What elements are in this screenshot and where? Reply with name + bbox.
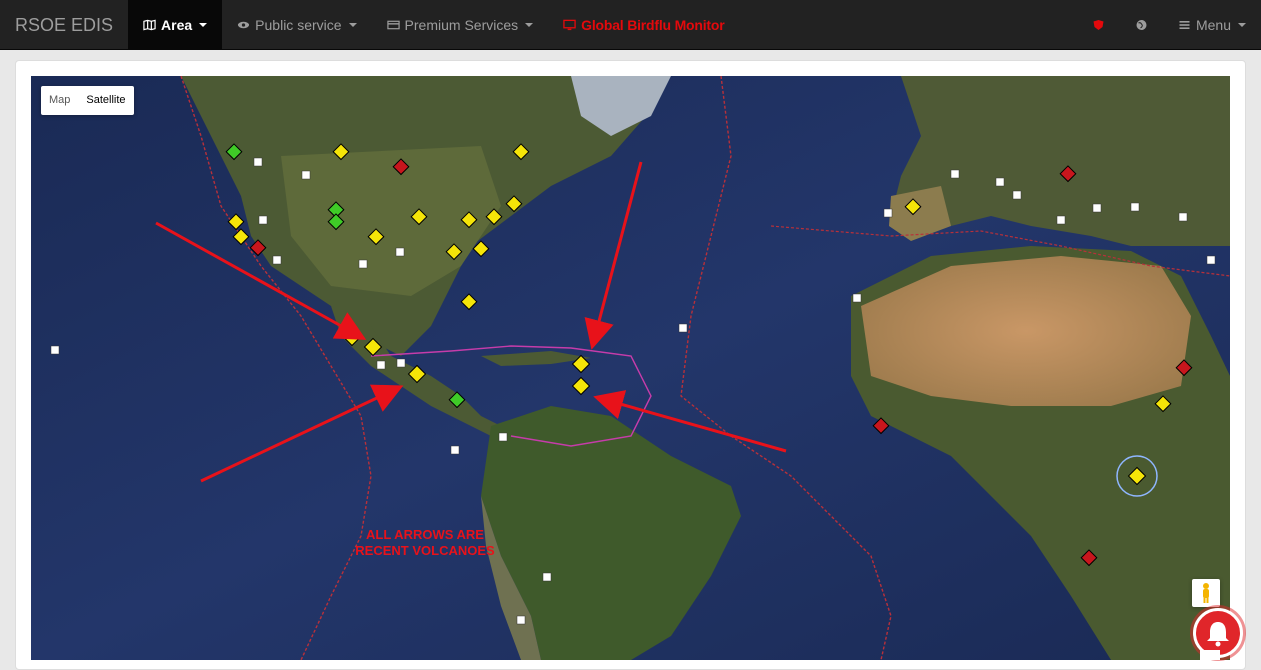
volcano-annotation: ALL ARROWS ARE RECENT VOLCANOES — [300, 527, 550, 559]
nav-area-dropdown[interactable]: Area — [128, 0, 223, 50]
nav-premium-services-label: Premium Services — [404, 16, 519, 33]
menu-label: Menu — [1195, 16, 1231, 33]
nav-public-service-dropdown[interactable]: Public service — [222, 0, 371, 50]
satellite-map[interactable] — [31, 76, 1230, 660]
map-type-control: Map Satellite — [41, 86, 134, 115]
annotation-line-1: ALL ARROWS ARE — [366, 527, 484, 542]
annotation-line-2: RECENT VOLCANOES — [355, 543, 495, 558]
language-button[interactable] — [1120, 0, 1163, 50]
chevron-down-icon — [525, 22, 534, 27]
chevron-down-icon — [199, 22, 208, 27]
map-icon — [143, 19, 156, 30]
globe-icon — [1136, 19, 1147, 30]
security-button[interactable] — [1077, 0, 1120, 50]
chevron-down-icon — [348, 22, 357, 27]
nav-area-label: Area — [161, 16, 193, 33]
brand-logo[interactable]: RSOE EDIS — [0, 0, 128, 50]
nav-birdflu-monitor-link[interactable]: Global Birdflu Monitor — [548, 0, 739, 50]
monitor-icon — [563, 19, 576, 30]
card-icon — [386, 20, 400, 29]
street-view-pegman-button[interactable] — [1192, 579, 1220, 607]
shield-icon — [1093, 19, 1104, 30]
menu-dropdown[interactable]: Menu — [1163, 0, 1261, 50]
map-type-satellite-button[interactable]: Satellite — [78, 86, 133, 115]
bars-icon — [1179, 20, 1190, 29]
zoom-control[interactable] — [1200, 650, 1220, 660]
bell-icon — [1207, 622, 1229, 647]
nav-public-service-label: Public service — [255, 16, 342, 33]
top-navbar: RSOE EDIS Area Public service Premium Se… — [0, 0, 1261, 50]
map-canvas[interactable] — [31, 76, 1230, 660]
eye-icon — [238, 21, 250, 28]
nav-birdflu-monitor-label: Global Birdflu Monitor — [581, 16, 725, 33]
pegman-icon — [1203, 583, 1209, 603]
chevron-down-icon — [1238, 22, 1246, 27]
nav-premium-services-dropdown[interactable]: Premium Services — [372, 0, 549, 50]
map-type-map-button[interactable]: Map — [41, 86, 78, 115]
